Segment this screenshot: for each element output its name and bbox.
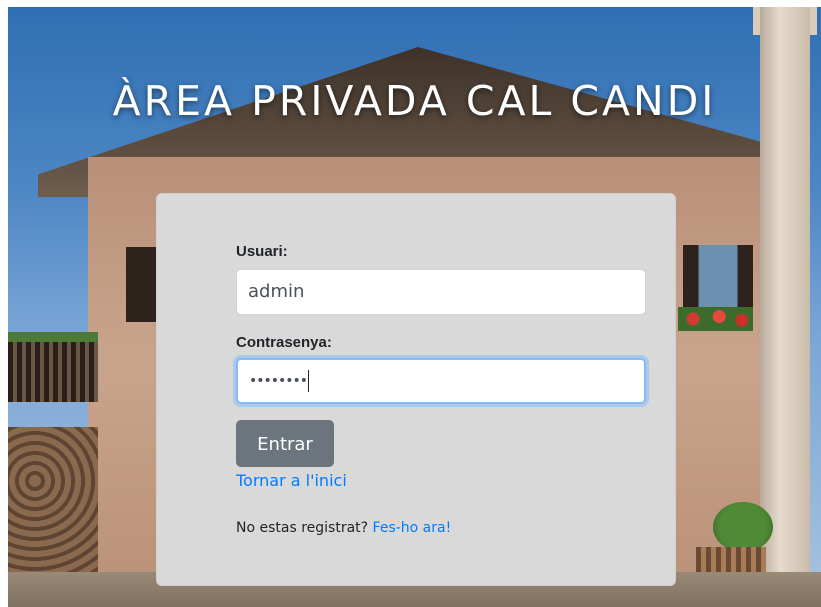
text-caret (308, 370, 310, 392)
register-prompt: No estas registrat? Fes-ho ara! (236, 520, 451, 536)
back-home-link[interactable]: Tornar a l'inici (236, 471, 347, 490)
register-link[interactable]: Fes-ho ara! (373, 520, 452, 536)
house-window-left (126, 247, 156, 322)
password-value: •••••••• (249, 373, 308, 389)
password-input[interactable]: •••••••• (236, 358, 646, 404)
page-frame: ÀREA PRIVADA CAL CANDI Usuari: admin Con… (8, 7, 821, 607)
flower-box (678, 307, 753, 331)
username-input[interactable]: admin (236, 269, 646, 315)
garden-plant (713, 502, 773, 552)
username-label: Usuari: (236, 243, 288, 260)
page-title: ÀREA PRIVADA CAL CANDI (112, 77, 717, 125)
login-card: Usuari: admin Contrasenya: •••••••• Entr… (156, 193, 676, 586)
register-text: No estas registrat? (236, 520, 369, 536)
password-label: Contrasenya: (236, 334, 332, 351)
house-window-right (683, 245, 753, 315)
login-button[interactable]: Entrar (236, 420, 334, 467)
username-value: admin (248, 281, 305, 302)
balcony-railing (8, 342, 98, 402)
